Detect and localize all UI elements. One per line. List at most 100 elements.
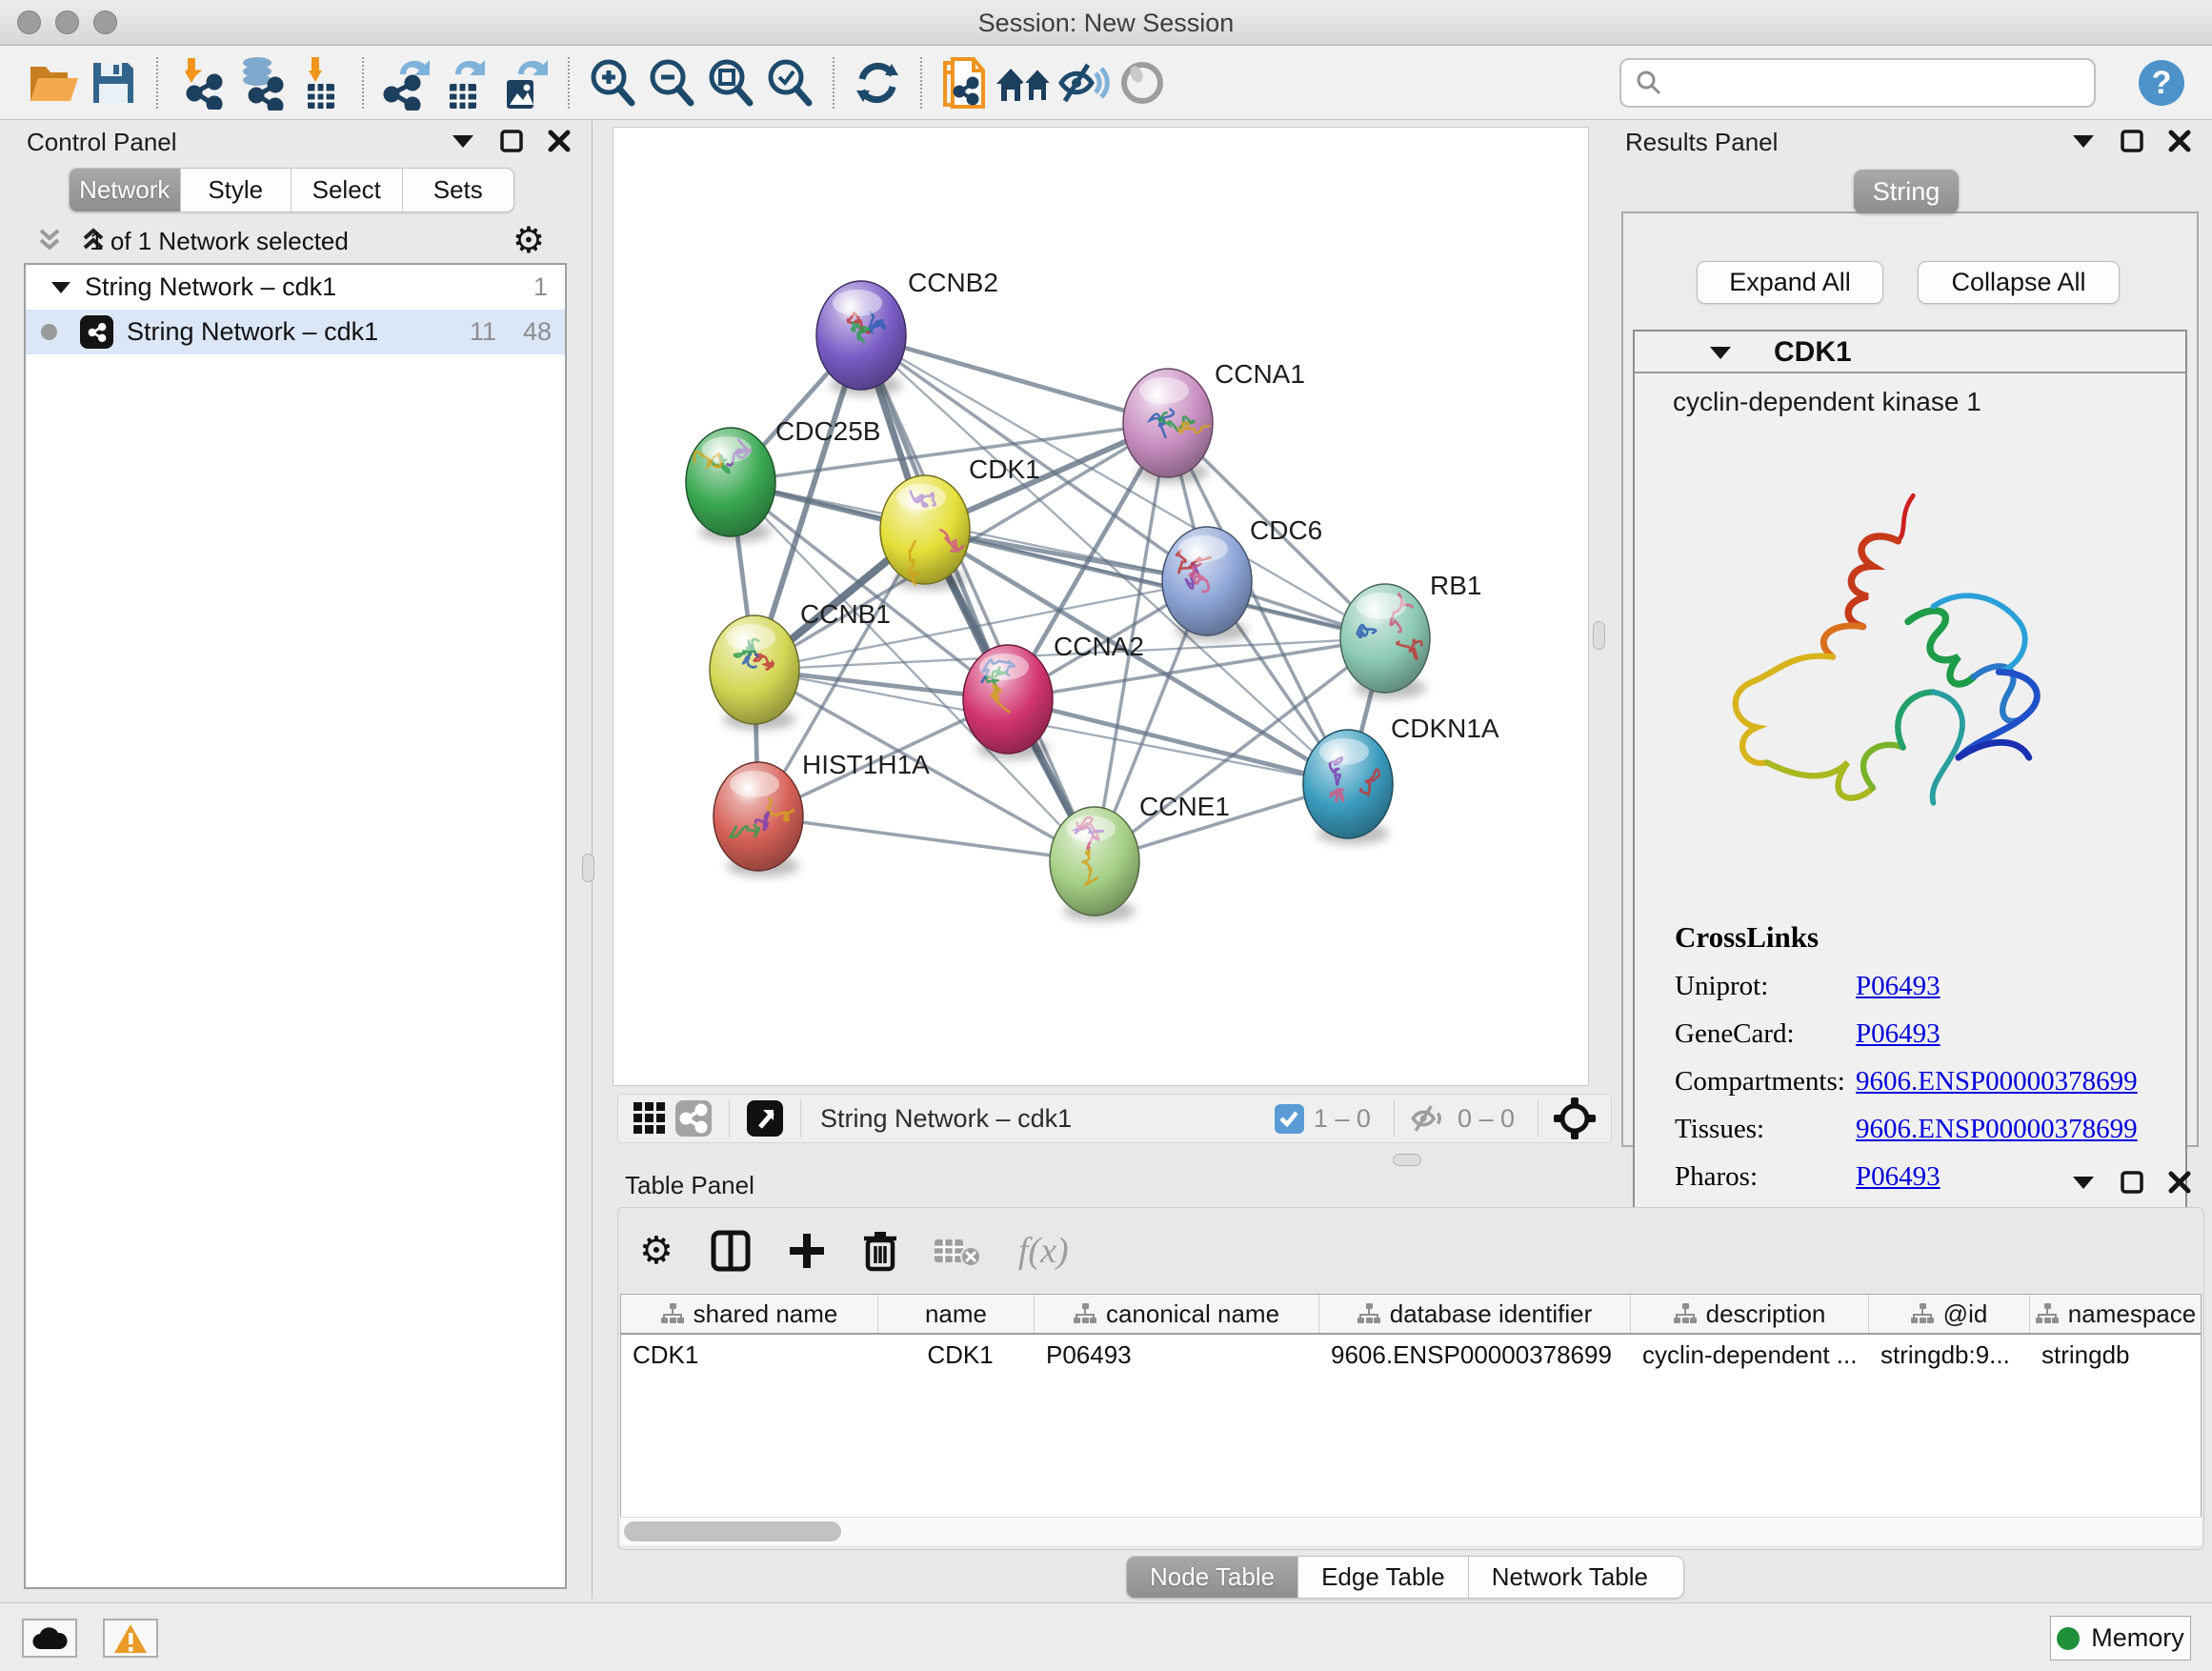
column-type-icon	[2036, 1303, 2059, 1324]
expand-all-button[interactable]: Expand All	[1697, 261, 1883, 304]
column-type-icon	[1911, 1303, 1934, 1324]
split-columns-icon[interactable]	[710, 1229, 752, 1273]
selected-nodes-checkbox[interactable]	[1275, 1104, 1304, 1134]
network-canvas[interactable]: CCNB2CCNA1CDC25BCDK1CDC6RB1CCNB1CCNA2HIS…	[613, 127, 1589, 1086]
help-button[interactable]: ?	[2132, 53, 2191, 112]
left-splitter-grip[interactable]	[582, 854, 594, 882]
import-network-database-button[interactable]	[231, 53, 290, 112]
birdseye-view-button[interactable]	[628, 1097, 672, 1140]
document-share-icon	[939, 55, 991, 111]
tab-sets[interactable]: Sets	[403, 169, 514, 211]
fit-content-button[interactable]	[701, 53, 760, 112]
import-table-file-button[interactable]	[290, 53, 349, 112]
table-settings-gear-icon[interactable]: ⚙	[639, 1232, 674, 1270]
import-network-file-button[interactable]	[171, 53, 231, 112]
export-image-button[interactable]	[495, 53, 554, 112]
function-builder-icon[interactable]: f(x)	[1018, 1230, 1069, 1272]
scrollbar-thumb[interactable]	[624, 1521, 841, 1541]
panel-close-icon[interactable]	[548, 130, 571, 152]
network-graph[interactable]: CCNB2CCNA1CDC25BCDK1CDC6RB1CCNB1CCNA2HIS…	[613, 128, 1588, 1085]
crosslink-link[interactable]: P06493	[1856, 971, 1941, 1002]
search-box[interactable]	[1619, 58, 2096, 108]
zoom-selected-button[interactable]	[760, 53, 819, 112]
right-splitter-grip[interactable]	[1593, 621, 1605, 650]
tab-edge-table[interactable]: Edge Table	[1298, 1557, 1469, 1598]
open-session-button[interactable]	[25, 53, 84, 112]
gray-sphere-icon	[1119, 60, 1165, 106]
export-table-button[interactable]	[436, 53, 495, 112]
minimize-window-button[interactable]	[55, 10, 79, 34]
share-network-button[interactable]	[672, 1097, 715, 1140]
delete-trash-icon[interactable]	[862, 1229, 898, 1273]
close-window-button[interactable]	[17, 10, 41, 34]
column-header-namespace[interactable]: namespace	[2030, 1295, 2202, 1333]
table-cell[interactable]: 9606.ENSP00000378699	[1319, 1335, 1631, 1377]
add-icon[interactable]	[788, 1232, 826, 1270]
panel-float-icon[interactable]	[500, 130, 523, 152]
search-input[interactable]	[1663, 68, 2081, 97]
panel-float-icon[interactable]	[2121, 1171, 2143, 1194]
network-options-gear-icon[interactable]: ⚙	[513, 219, 545, 261]
table-cell[interactable]: cyclin-dependent ...	[1631, 1335, 1869, 1377]
table-row[interactable]: CDK1CDK1P064939606.ENSP00000378699cyclin…	[621, 1335, 2201, 1377]
tab-style[interactable]: Style	[181, 169, 292, 211]
tab-string[interactable]: String	[1854, 170, 1959, 213]
pan-crosshair-icon[interactable]	[1552, 1096, 1598, 1141]
zoom-out-button[interactable]	[642, 53, 701, 112]
hide-glasses-button[interactable]	[1054, 53, 1113, 112]
panel-collapse-icon[interactable]	[451, 132, 475, 150]
inspect-button[interactable]	[1113, 53, 1172, 112]
tab-network-table[interactable]: Network Table	[1469, 1557, 1671, 1598]
column-header-database-identifier[interactable]: database identifier	[1319, 1295, 1631, 1333]
hidden-eye-icon[interactable]	[1408, 1102, 1448, 1135]
column-header-shared-name[interactable]: shared name	[621, 1295, 878, 1333]
table-cell[interactable]: stringdb:9...	[1869, 1335, 2030, 1377]
network-row[interactable]: String Network – cdk1 11 48	[26, 310, 565, 354]
column-header-description[interactable]: description	[1631, 1295, 1869, 1333]
save-session-button[interactable]	[84, 53, 143, 112]
crosslink-link[interactable]: 9606.ENSP00000378699	[1856, 1066, 2138, 1097]
table-horizontal-scrollbar[interactable]	[620, 1517, 2202, 1545]
column-header-canonical-name[interactable]: canonical name	[1035, 1295, 1319, 1333]
save-floppy-icon	[90, 59, 137, 107]
refresh-button[interactable]	[848, 53, 907, 112]
cloud-status-button[interactable]	[22, 1619, 77, 1658]
tab-network[interactable]: Network	[70, 169, 181, 211]
tree-expand-icon[interactable]	[50, 280, 71, 295]
maximize-window-button[interactable]	[93, 10, 117, 34]
crosslink-link[interactable]: 9606.ENSP00000378699	[1856, 1114, 2138, 1145]
main-toolbar: ?	[0, 46, 2212, 120]
column-header-name[interactable]: name	[878, 1295, 1035, 1333]
clear-table-icon[interactable]	[935, 1234, 982, 1268]
gene-section-header[interactable]: CDK1	[1635, 332, 2185, 373]
table-cell[interactable]: P06493	[1035, 1335, 1319, 1377]
collapse-all-button[interactable]: Collapse All	[1918, 261, 2120, 304]
export-network-button[interactable]	[377, 53, 436, 112]
gene-collapse-icon[interactable]	[1709, 345, 1732, 361]
node-table[interactable]: shared namename canonical name database id…	[620, 1294, 2202, 1520]
svg-text:CCNB1: CCNB1	[800, 599, 891, 629]
export-image-icon	[497, 55, 553, 111]
panel-collapse-icon[interactable]	[2071, 1174, 2096, 1191]
table-cell[interactable]: stringdb	[2030, 1335, 2202, 1377]
warning-status-button[interactable]	[103, 1619, 158, 1658]
home-button[interactable]	[995, 53, 1054, 112]
network-status-dot	[41, 324, 57, 340]
zoom-in-button[interactable]	[583, 53, 642, 112]
memory-button[interactable]: Memory	[2050, 1616, 2191, 1661]
table-cell[interactable]: CDK1	[621, 1335, 878, 1377]
column-label: canonical name	[1106, 1299, 1279, 1329]
panel-float-icon[interactable]	[2121, 130, 2143, 152]
tab-node-table[interactable]: Node Table	[1127, 1557, 1298, 1598]
column-header--id[interactable]: @id	[1869, 1295, 2030, 1333]
panel-close-icon[interactable]	[2168, 1171, 2191, 1194]
tab-select[interactable]: Select	[292, 169, 403, 211]
table-cell[interactable]: CDK1	[878, 1335, 1035, 1377]
panel-collapse-icon[interactable]	[2071, 132, 2096, 150]
crosslink-link[interactable]: P06493	[1856, 1018, 1941, 1050]
crosslinks-section: CrossLinks Uniprot:P06493GeneCard:P06493…	[1675, 920, 2138, 1193]
panel-close-icon[interactable]	[2168, 130, 2191, 152]
share-document-button[interactable]	[935, 53, 995, 112]
network-collection-row[interactable]: String Network – cdk1 1	[26, 265, 565, 310]
open-in-new-window-button[interactable]	[743, 1097, 787, 1140]
